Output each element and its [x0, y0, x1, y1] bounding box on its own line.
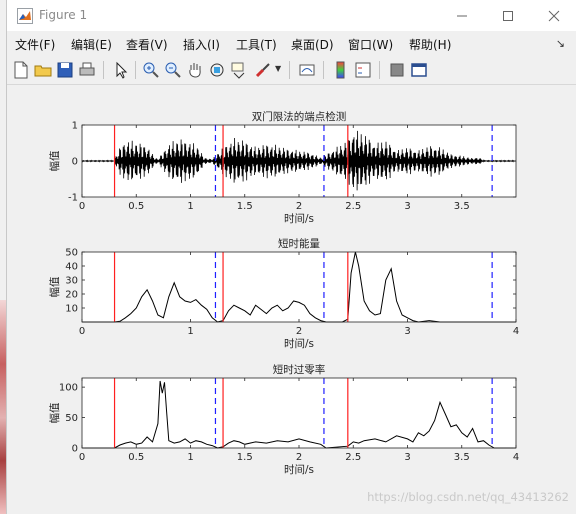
y-tick-label: 30: [65, 276, 78, 287]
title-bar[interactable]: Figure 1: [7, 0, 576, 31]
pan-hand-icon[interactable]: [185, 60, 205, 80]
menu-help[interactable]: 帮助(H): [409, 36, 451, 53]
y-tick-label: 40: [65, 262, 78, 273]
x-tick-label: 1.5: [237, 201, 253, 212]
y-tick-label: 50: [65, 248, 78, 259]
x-tick-label: 0.5: [128, 452, 144, 463]
save-icon[interactable]: [55, 60, 75, 80]
x-axis-label: 时间/s: [284, 337, 314, 350]
close-button[interactable]: [531, 0, 576, 31]
x-tick-label: 3: [404, 326, 410, 337]
dock-arrow-icon[interactable]: ↘: [556, 37, 565, 50]
x-tick-label: 2.5: [345, 201, 361, 212]
rotate-3d-icon[interactable]: [207, 60, 227, 80]
y-tick-label: 1: [72, 121, 78, 132]
figure-canvas[interactable]: 0 0.5 1 1.5 2 2.5 3 3.5 -1 0 1 双门限法的端点检测 时间/s 幅值 0 1 2 3 4…: [7, 85, 576, 514]
x-tick-label: 0: [79, 452, 85, 463]
x-tick-label: 1.5: [237, 452, 253, 463]
axes-title: 短时过零率: [273, 363, 326, 376]
data-cursor-icon[interactable]: [229, 60, 249, 80]
menu-view[interactable]: 查看(V): [126, 36, 168, 53]
menu-edit[interactable]: 编辑(E): [71, 36, 112, 53]
x-tick-label: 0: [79, 326, 85, 337]
x-tick-label: 2.5: [345, 452, 361, 463]
show-plot-tools-icon[interactable]: [409, 60, 429, 80]
y-tick-label: 100: [59, 383, 78, 394]
x-tick-label: 2: [296, 201, 302, 212]
x-tick-label: 2: [296, 452, 302, 463]
toolbar-separator: [289, 61, 290, 79]
x-tick-label: 1: [187, 201, 193, 212]
x-tick-label: 2: [296, 326, 302, 337]
menu-desktop[interactable]: 桌面(D): [291, 36, 334, 53]
brush-dropdown-arrow-icon[interactable]: ▼: [275, 64, 281, 73]
axes-title: 短时能量: [278, 237, 320, 250]
y-tick-label: 0: [72, 157, 78, 168]
toolbar-separator: [103, 61, 104, 79]
plots-svg: 0 0.5 1 1.5 2 2.5 3 3.5-101双门限法的端点检测时间/s幅值0 1 2 3 4…: [48, 110, 519, 476]
menu-tools[interactable]: 工具(T): [236, 36, 277, 53]
print-icon[interactable]: [77, 60, 97, 80]
x-tick-label: 1: [187, 326, 193, 337]
x-axis-label: 时间/s: [284, 212, 314, 225]
axes-2: 0 1 2 3 4 10 20 30 40 50 短时能量时间/s 幅值: [48, 237, 519, 350]
x-tick-label: 0.5: [128, 201, 144, 212]
axes-3: 0 0.5 1 1.5 2 2.5 3 3.5 4 0 50 100 短时过零率时间/s 幅值: [48, 363, 519, 476]
menu-file[interactable]: 文件(F): [15, 36, 55, 53]
legend-icon[interactable]: [353, 60, 373, 80]
matlab-icon: [17, 8, 33, 24]
menu-window[interactable]: 窗口(W): [348, 36, 393, 53]
zoom-out-icon[interactable]: [163, 60, 183, 80]
pointer-icon[interactable]: [111, 60, 131, 80]
axes-1: 0 0.5 1 1.5 2 2.5 3 3.5-101双门限法的端点检测时间/s幅值: [48, 110, 517, 225]
x-tick-label: 4: [513, 326, 519, 337]
figure-toolbar: ▼: [7, 56, 576, 85]
minimize-button[interactable]: [439, 0, 485, 31]
x-tick-label: 3.5: [454, 452, 470, 463]
x-tick-label: 3: [404, 452, 410, 463]
plot-background: [82, 252, 516, 322]
window-title: Figure 1: [39, 8, 88, 22]
watermark-text: https://blog.csdn.net/qq_43413262: [367, 490, 569, 504]
x-tick-label: 3: [404, 201, 410, 212]
zoom-in-icon[interactable]: [141, 60, 161, 80]
x-tick-label: 3.5: [454, 201, 470, 212]
maximize-icon: [503, 10, 513, 21]
menu-bar: 文件(F) 编辑(E) 查看(V) 插入(I) 工具(T) 桌面(D) 窗口(W…: [7, 31, 576, 56]
x-tick-label: 4: [513, 452, 519, 463]
axes-title: 双门限法的端点检测: [252, 110, 347, 123]
x-axis-label: 时间/s: [284, 463, 314, 476]
new-figure-icon[interactable]: [11, 60, 31, 80]
minimize-icon: [457, 15, 467, 16]
figure-window: Figure 1 文件(F) 编辑(E) 查看(V) 插入(I) 工具(T) 桌…: [6, 0, 576, 514]
menu-insert[interactable]: 插入(I): [183, 36, 220, 53]
open-folder-icon[interactable]: [33, 60, 53, 80]
toolbar-separator: [135, 61, 136, 79]
y-tick-label: 20: [65, 290, 78, 301]
maximize-button[interactable]: [485, 0, 531, 31]
toolbar-separator: [323, 61, 324, 79]
x-tick-label: 1: [187, 452, 193, 463]
brush-icon[interactable]: [253, 60, 273, 80]
y-tick-label: 10: [65, 304, 78, 315]
y-tick-label: -1: [68, 193, 78, 204]
colorbar-icon[interactable]: [331, 60, 351, 80]
toolbar-separator: [379, 61, 380, 79]
x-tick-label: 0: [79, 201, 85, 212]
y-tick-label: 50: [65, 413, 78, 424]
y-axis-label: 幅值: [48, 276, 61, 297]
y-axis-label: 幅值: [48, 402, 61, 423]
close-icon: [548, 10, 560, 21]
link-plot-icon[interactable]: [297, 60, 317, 80]
y-tick-label: 0: [72, 444, 78, 455]
y-axis-label: 幅值: [48, 150, 61, 171]
hide-plot-tools-icon[interactable]: [387, 60, 407, 80]
